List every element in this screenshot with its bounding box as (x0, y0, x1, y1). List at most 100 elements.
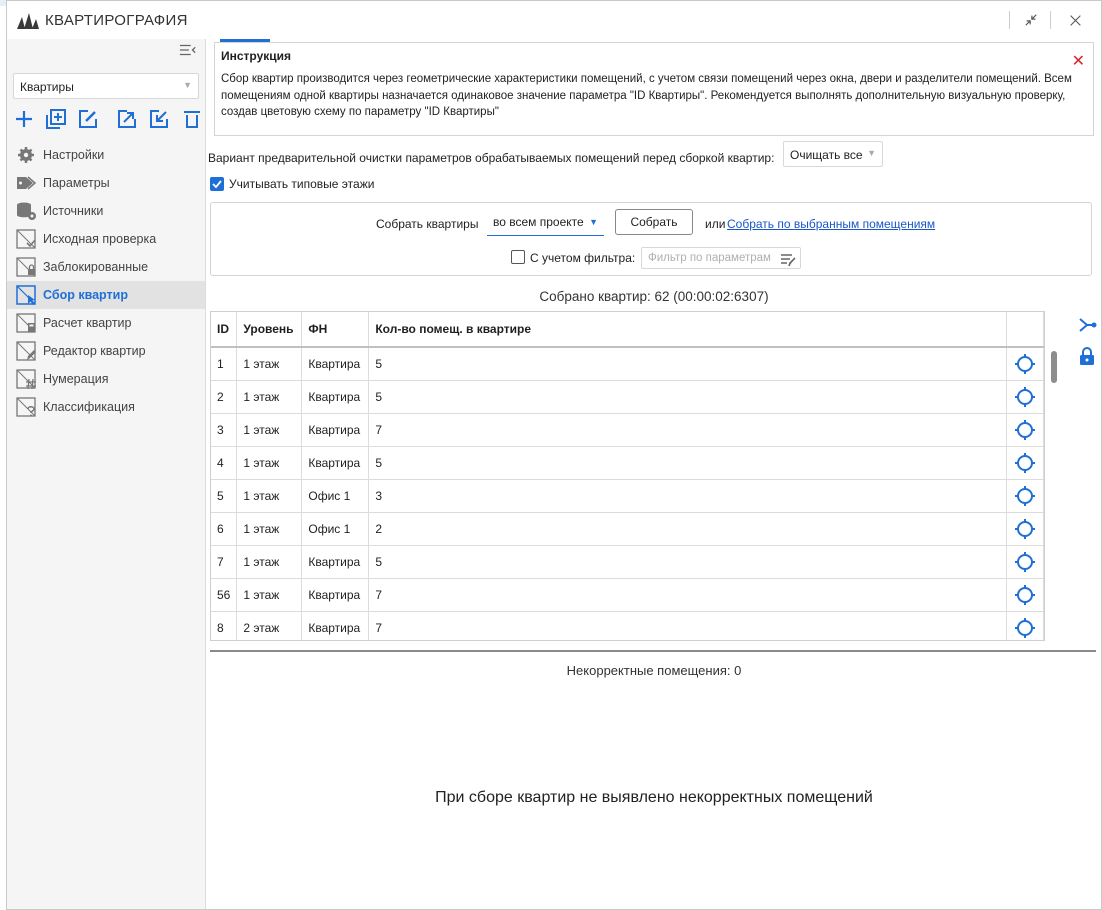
table-row[interactable]: 7 1 этаж Квартира 5 (211, 545, 1044, 579)
table-row[interactable]: 56 1 этаж Квартира 7 (211, 578, 1044, 612)
sidebar-item-label: Заблокированные (43, 260, 149, 274)
cell-id: 7 (211, 545, 238, 579)
collect-selected-link[interactable]: Собрать по выбранным помещениям (727, 217, 935, 231)
classify-sheet-icon (16, 397, 36, 417)
sidebar-item-locked[interactable]: Заблокированные (7, 253, 205, 281)
cell-fn: Квартира (301, 446, 370, 480)
target-icon[interactable] (1006, 512, 1044, 546)
table-row[interactable]: 6 1 этаж Офис 1 2 (211, 512, 1044, 546)
cell-fn: Квартира (301, 611, 370, 640)
target-icon[interactable] (1006, 479, 1044, 513)
cell-room-count: 2 (368, 512, 1007, 546)
database-icon (17, 202, 36, 220)
cell-level: 1 этаж (236, 446, 303, 480)
sidebar-item-collect-apartments[interactable]: Сбор квартир (7, 281, 205, 309)
import-icon[interactable] (148, 108, 170, 130)
typical-floors-label: Учитывать типовые этажи (229, 177, 375, 191)
instruction-title: Инструкция (221, 49, 292, 63)
table-header-row: ID Уровень ФН Кол-во помещ. в квартире (211, 312, 1044, 348)
sidebar-item-numbering[interactable]: Нумерация (7, 365, 205, 393)
target-icon[interactable] (1006, 413, 1044, 447)
main-panel: Инструкция ✕ Сбор квартир производится ч… (206, 39, 1102, 909)
cell-level: 1 этаж (236, 413, 303, 447)
edit-icon[interactable] (77, 108, 99, 130)
target-icon[interactable] (1006, 446, 1044, 480)
table-row[interactable]: 1 1 этаж Квартира 5 (211, 347, 1044, 381)
filter-check-label: С учетом фильтра: (530, 251, 636, 265)
sidebar-item-classification[interactable]: Классификация (7, 393, 205, 421)
precleaning-value: Очищать все (790, 148, 863, 162)
table-row[interactable]: 3 1 этаж Квартира 7 (211, 413, 1044, 447)
collect-scope-select[interactable]: во всем проекте ▼ (487, 215, 604, 236)
column-header-level[interactable]: Уровень (236, 312, 303, 348)
no-errors-message: При сборе квартир не выявлено некорректн… (435, 789, 873, 806)
sidebar-item-label: Редактор квартир (43, 344, 146, 358)
sidebar-item-label: Источники (43, 204, 104, 218)
table-scrollbar[interactable] (1046, 311, 1062, 641)
sidebar-item-settings[interactable]: Настройки (7, 141, 205, 169)
sidebar-item-initial-check[interactable]: Исходная проверка (7, 225, 205, 253)
check-sheet-icon (16, 229, 36, 249)
cell-level: 2 этаж (236, 611, 303, 640)
sidebar-item-sources[interactable]: Источники (7, 197, 205, 225)
collect-panel: Собрать квартиры во всем проекте ▼ Собра… (210, 202, 1092, 276)
cell-fn: Офис 1 (301, 512, 370, 546)
mode-select[interactable]: Квартиры ▼ (13, 73, 199, 99)
typical-floors-checkbox[interactable] (210, 177, 224, 191)
target-icon[interactable] (1006, 578, 1044, 612)
table-row[interactable]: 5 1 этаж Офис 1 3 (211, 479, 1044, 513)
sidebar-item-label: Исходная проверка (43, 232, 157, 246)
sidebar-item-calculation[interactable]: Расчет квартир (7, 309, 205, 337)
cell-room-count: 7 (368, 578, 1007, 612)
cell-fn: Квартира (301, 347, 370, 381)
graph-branch-icon[interactable] (1077, 315, 1097, 335)
target-icon[interactable] (1006, 380, 1044, 414)
tags-icon (17, 176, 37, 190)
cell-room-count: 5 (368, 347, 1007, 381)
table-row[interactable]: 2 1 этаж Квартира 5 (211, 380, 1044, 414)
precleaning-select[interactable]: Очищать все ▼ (783, 141, 883, 167)
table-row[interactable]: 8 2 этаж Квартира 7 (211, 611, 1044, 640)
column-header-id[interactable]: ID (211, 312, 238, 348)
scrollbar-thumb[interactable] (1051, 351, 1057, 383)
add-square-icon[interactable] (45, 108, 67, 130)
collapse-arrows-icon[interactable] (1017, 9, 1045, 31)
collapse-sidebar-icon[interactable] (177, 43, 199, 61)
gear-icon (18, 147, 34, 163)
target-icon[interactable] (1006, 611, 1044, 640)
cell-room-count: 7 (368, 413, 1007, 447)
target-icon[interactable] (1006, 545, 1044, 579)
target-icon[interactable] (1006, 347, 1044, 381)
trash-icon[interactable] (181, 108, 203, 130)
section-divider[interactable] (210, 650, 1096, 652)
cell-id: 2 (211, 380, 238, 414)
apartments-table: ID Уровень ФН Кол-во помещ. в квартире 1… (210, 311, 1045, 641)
column-header-fn[interactable]: ФН (301, 312, 370, 348)
sidebar-item-label: Настройки (43, 148, 105, 162)
cursor-sheet-icon (16, 285, 36, 305)
filter-checkbox[interactable] (511, 250, 525, 264)
cell-level: 1 этаж (236, 545, 303, 579)
sidebar-item-editor[interactable]: Редактор квартир (7, 337, 205, 365)
cell-fn: Квартира (301, 380, 370, 414)
close-icon[interactable] (1061, 9, 1089, 31)
sidebar-item-parameters[interactable]: Параметры (7, 169, 205, 197)
filter-input[interactable]: Фильтр по параметрам (641, 247, 801, 269)
checkmark-icon (212, 180, 222, 189)
or-label: или (705, 217, 726, 231)
title-bar: КВАРТИРОГРАФИЯ (7, 1, 1101, 39)
title-separator (1050, 11, 1051, 29)
cell-id: 1 (211, 347, 238, 381)
chevron-down-icon: ▼ (183, 80, 192, 90)
cell-fn: Квартира (301, 413, 370, 447)
close-instruction-icon[interactable]: ✕ (1072, 51, 1085, 71)
table-row[interactable]: 4 1 этаж Квартира 5 (211, 446, 1044, 480)
cell-room-count: 3 (368, 479, 1007, 513)
export-icon[interactable] (116, 108, 138, 130)
column-header-room-count[interactable]: Кол-во помещ. в квартире (368, 312, 1007, 348)
filter-edit-icon[interactable] (780, 251, 796, 267)
instruction-text: Сбор квартир производится через геометри… (221, 73, 1072, 118)
plus-icon[interactable] (13, 108, 35, 130)
lock-icon[interactable] (1077, 346, 1097, 366)
collect-button[interactable]: Собрать (615, 209, 693, 235)
